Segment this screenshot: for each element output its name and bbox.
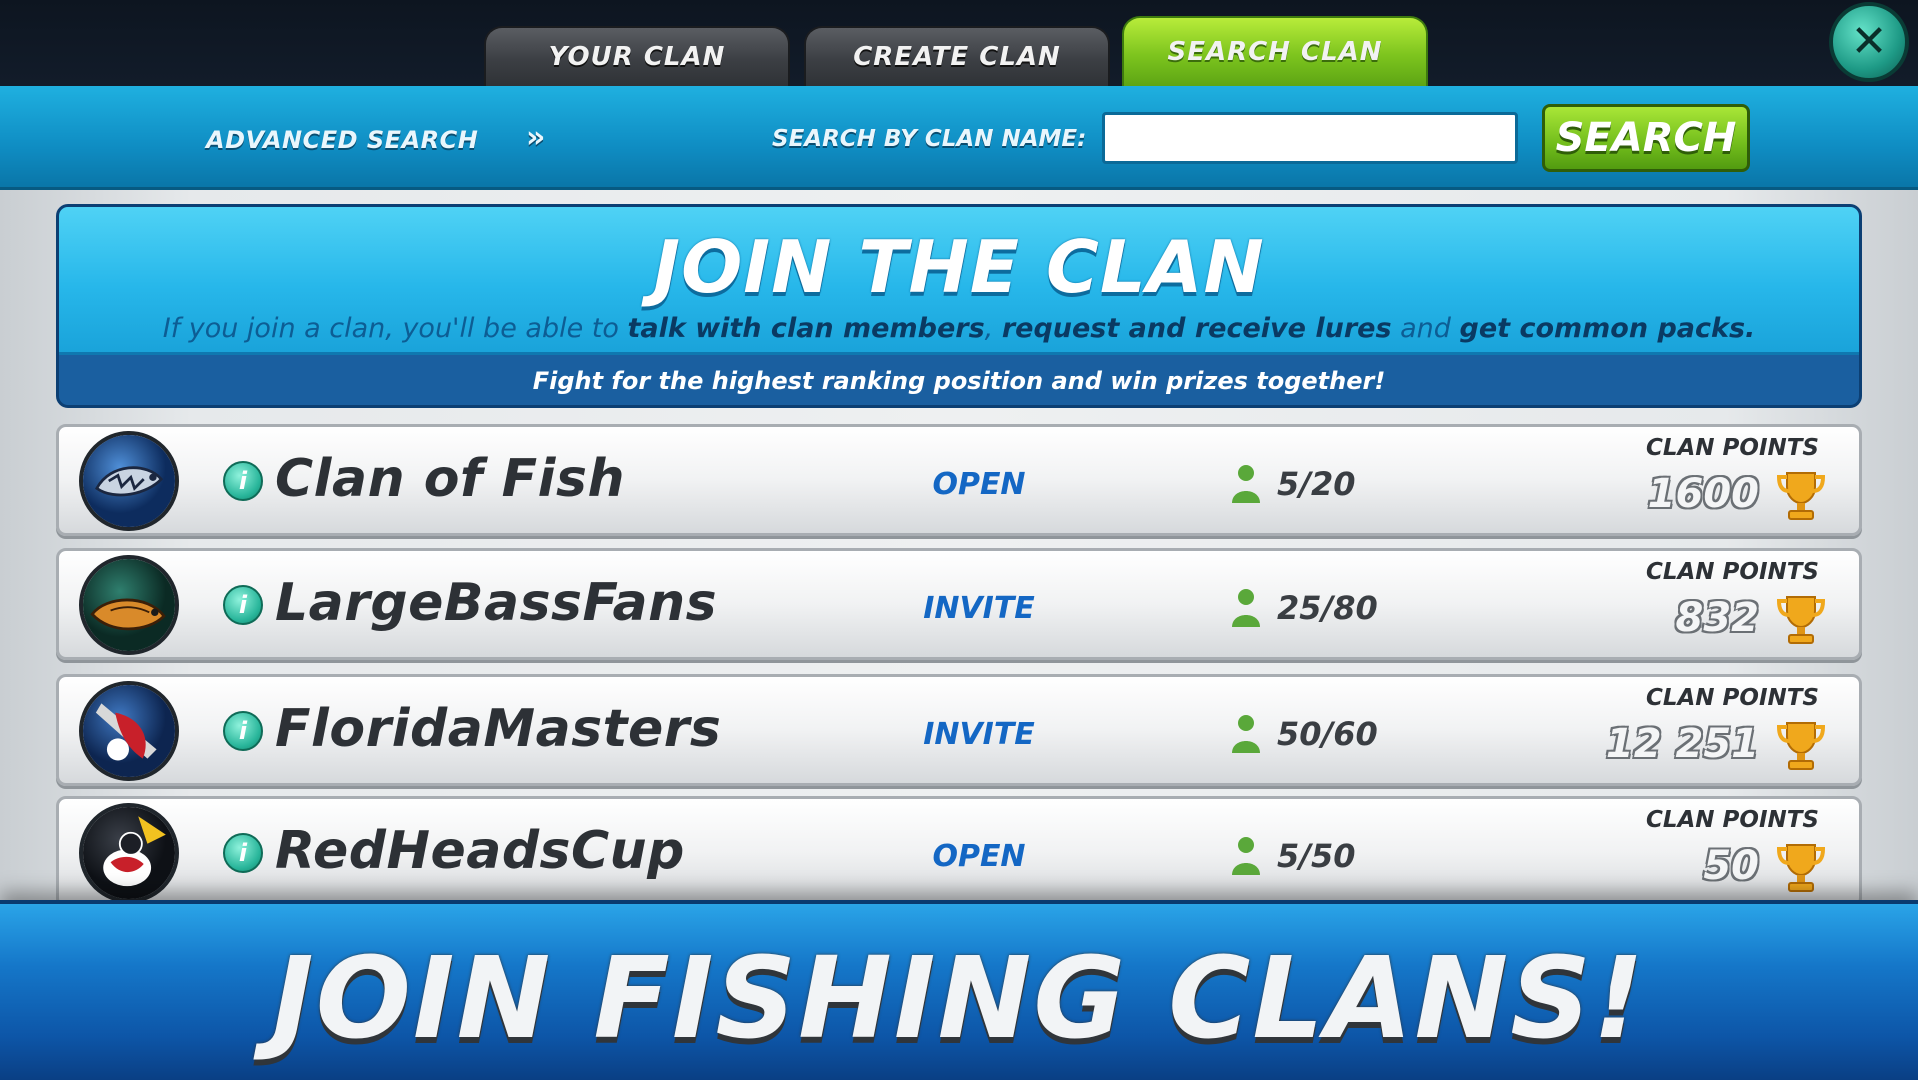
advanced-search-arrow-icon[interactable]: » — [526, 120, 545, 155]
info-icon[interactable]: i — [223, 833, 263, 873]
trophy-icon — [1776, 844, 1826, 892]
join-clan-description: If you join a clan, you'll be able to ta… — [59, 313, 1859, 344]
join-clan-subtitle: Fight for the highest ranking position a… — [532, 367, 1386, 395]
join-clan-title: JOIN THE CLAN — [653, 225, 1265, 309]
clan-points-value: 12 251 — [1605, 721, 1759, 767]
desc-text: and — [1391, 313, 1460, 344]
tab-search-clan[interactable]: SEARCH CLAN — [1122, 16, 1428, 86]
trophy-icon — [1776, 596, 1826, 644]
join-clan-banner: JOIN THE CLAN If you join a clan, you'll… — [56, 204, 1862, 408]
clan-emblem-bass-icon — [79, 555, 179, 655]
clan-emblem-florida-icon — [79, 681, 179, 781]
desc-highlight: get common packs. — [1459, 313, 1756, 344]
clan-members-count: 50/60 — [1277, 715, 1378, 753]
close-icon: ✕ — [1850, 16, 1888, 67]
desc-highlight: talk with clan members — [627, 313, 985, 344]
info-icon[interactable]: i — [223, 711, 263, 751]
clan-row[interactable]: i Clan of Fish OPEN 5/20 CLAN POINTS 160… — [56, 424, 1862, 536]
clan-members-count: 25/80 — [1277, 589, 1378, 627]
desc-highlight: request and receive lures — [1001, 313, 1392, 344]
search-button[interactable]: SEARCH — [1542, 104, 1750, 172]
clan-emblem-fish-icon — [79, 431, 179, 531]
clan-status: OPEN — [932, 839, 1026, 874]
member-icon — [1232, 715, 1260, 753]
clan-members-count: 5/20 — [1277, 465, 1356, 503]
clan-status: OPEN — [932, 467, 1026, 502]
advanced-search-label: ADVANCED SEARCH — [206, 126, 479, 154]
tab-create-clan[interactable]: CREATE CLAN — [804, 26, 1110, 86]
clan-points-value: 1600 — [1647, 471, 1759, 517]
info-icon[interactable]: i — [223, 461, 263, 501]
search-bar: ADVANCED SEARCH » SEARCH BY CLAN NAME: S… — [0, 86, 1918, 190]
promo-banner: JOIN FISHING CLANS! — [0, 900, 1918, 1080]
trophy-icon — [1776, 722, 1826, 770]
clan-name: Clan of Fish — [275, 449, 625, 509]
tab-your-clan[interactable]: YOUR CLAN — [484, 26, 790, 86]
clan-points-value: 832 — [1675, 595, 1760, 641]
search-by-name-label: SEARCH BY CLAN NAME: — [772, 126, 1087, 152]
close-button[interactable]: ✕ — [1829, 2, 1909, 82]
clan-row[interactable]: i LargeBassFans INVITE 25/80 CLAN POINTS… — [56, 548, 1862, 660]
clan-members-count: 5/50 — [1277, 837, 1356, 875]
promo-banner-title: JOIN FISHING CLANS! — [272, 934, 1646, 1064]
clan-name: RedHeadsCup — [275, 821, 685, 881]
clan-status: INVITE — [923, 717, 1035, 752]
trophy-icon — [1776, 472, 1826, 520]
member-icon — [1232, 465, 1260, 503]
clan-points-label: CLAN POINTS — [1645, 559, 1819, 585]
desc-text: If you join a clan, you'll be able to — [162, 313, 628, 344]
member-icon — [1232, 589, 1260, 627]
join-banner-top: JOIN THE CLAN If you join a clan, you'll… — [59, 207, 1859, 355]
clan-name-search-input[interactable] — [1102, 112, 1518, 164]
clan-points-label: CLAN POINTS — [1645, 435, 1819, 461]
clan-name: FloridaMasters — [275, 699, 722, 759]
desc-text: , — [984, 313, 1002, 344]
info-icon[interactable]: i — [223, 585, 263, 625]
top-bar: YOUR CLAN CREATE CLAN SEARCH CLAN ✕ — [0, 0, 1918, 86]
clan-points-label: CLAN POINTS — [1645, 685, 1819, 711]
member-icon — [1232, 837, 1260, 875]
clan-status: INVITE — [923, 591, 1035, 626]
clan-row[interactable]: i RedHeadsCup OPEN 5/50 CLAN POINTS 50 — [56, 796, 1862, 908]
clan-name: LargeBassFans — [275, 573, 718, 633]
clan-points-value: 50 — [1703, 843, 1759, 889]
clan-emblem-redhead-icon — [79, 803, 179, 903]
clan-row[interactable]: i FloridaMasters INVITE 50/60 CLAN POINT… — [56, 674, 1862, 786]
clan-list-area: JOIN THE CLAN If you join a clan, you'll… — [0, 190, 1918, 910]
clan-points-label: CLAN POINTS — [1645, 807, 1819, 833]
